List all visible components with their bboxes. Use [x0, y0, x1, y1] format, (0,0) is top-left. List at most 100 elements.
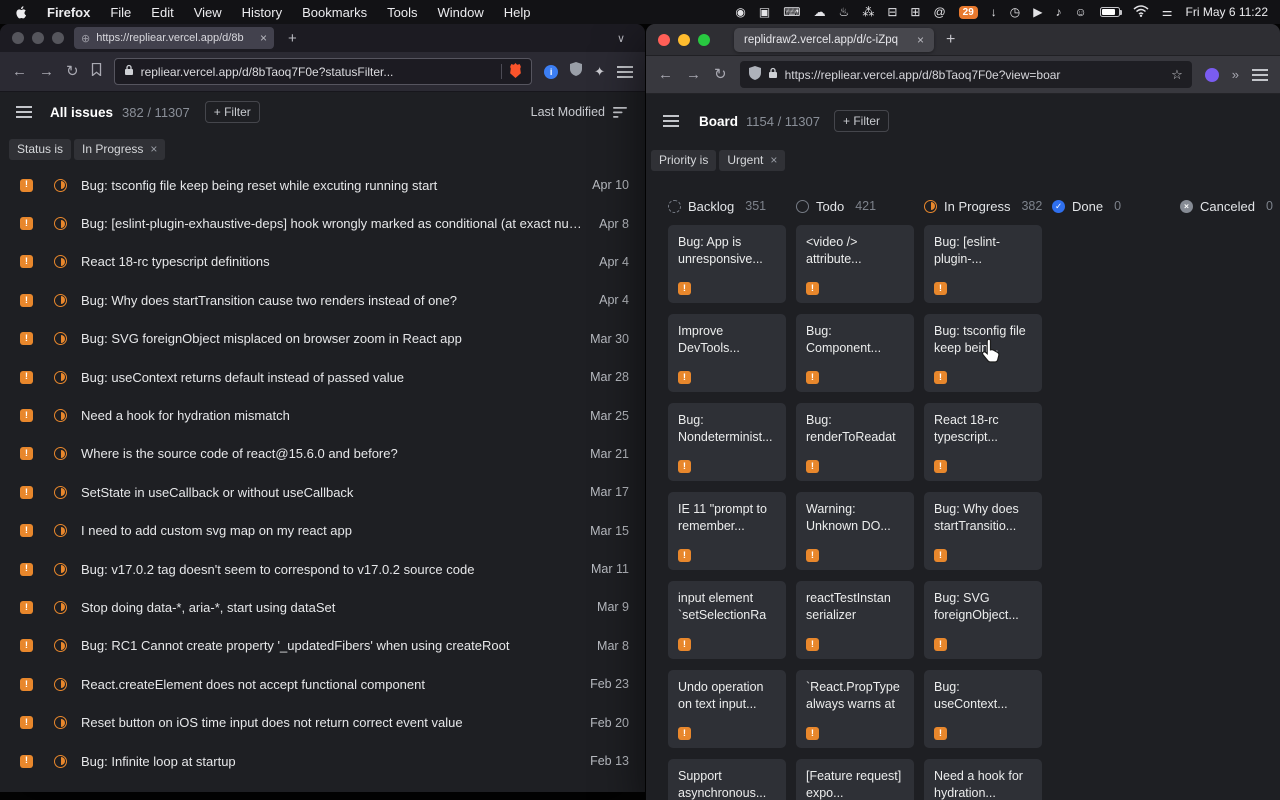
minimize-window-button[interactable] [32, 32, 44, 44]
hotspot-icon[interactable]: ♨ [839, 5, 850, 19]
priority-urgent-icon[interactable]: ! [20, 639, 33, 652]
record-icon[interactable]: ◉ [735, 5, 745, 19]
priority-urgent-icon[interactable]: ! [20, 371, 33, 384]
issue-row[interactable]: !Bug: [eslint-plugin-exhaustive-deps] ho… [0, 204, 645, 242]
kanban-card[interactable]: React 18-rc typescript...! [924, 403, 1042, 481]
priority-urgent-icon[interactable]: ! [806, 638, 819, 651]
display-icon[interactable]: ⊟ [887, 5, 897, 19]
issue-row[interactable]: !React.createElement does not accept fun… [0, 665, 645, 703]
kanban-card[interactable]: IE 11 "prompt to remember...! [668, 492, 786, 570]
priority-urgent-icon[interactable]: ! [20, 486, 33, 499]
left-url-bar[interactable]: repliear.vercel.app/d/8bTaoq7F0e?statusF… [114, 58, 533, 85]
kanban-card[interactable]: Bug: renderToReadat! [796, 403, 914, 481]
cloud-icon[interactable]: ☁ [814, 5, 826, 19]
clock-icon[interactable]: ◷ [1010, 5, 1020, 19]
issue-row[interactable]: !Bug: Infinite loop at startupFeb 13 [0, 742, 645, 780]
priority-urgent-icon[interactable]: ! [20, 601, 33, 614]
priority-urgent-icon[interactable]: ! [934, 460, 947, 473]
control-center-icon[interactable]: ⚌ [1162, 5, 1173, 19]
kanban-card[interactable]: [Feature request] expo...! [796, 759, 914, 800]
priority-urgent-icon[interactable]: ! [20, 332, 33, 345]
kanban-card[interactable]: Bug: tsconfig file keep bein...! [924, 314, 1042, 392]
issue-row[interactable]: ![DevTools Bug] Unsupported Bridge opera… [0, 780, 645, 792]
volume-icon[interactable]: ♪ [1055, 5, 1061, 19]
menubar-menu-edit[interactable]: Edit [141, 5, 183, 20]
kanban-card[interactable]: `React.PropType always warns at! [796, 670, 914, 748]
asterisk-icon[interactable]: ⁂ [862, 5, 874, 19]
status-in-progress-icon[interactable] [54, 563, 67, 576]
new-tab-button[interactable]: + [946, 31, 955, 49]
keyboard-icon[interactable]: ⌨ [783, 5, 800, 19]
extension-badge-icon[interactable] [1205, 68, 1219, 82]
filter-field-chip[interactable]: Status is [9, 139, 71, 160]
issue-row[interactable]: !Bug: v17.0.2 tag doesn't seem to corres… [0, 550, 645, 588]
issue-row[interactable]: !Bug: useContext returns default instead… [0, 358, 645, 396]
priority-urgent-icon[interactable]: ! [678, 460, 691, 473]
add-filter-button[interactable]: + Filter [205, 101, 260, 123]
priority-urgent-icon[interactable]: ! [934, 727, 947, 740]
priority-urgent-icon[interactable]: ! [934, 638, 947, 651]
priority-urgent-icon[interactable]: ! [934, 282, 947, 295]
menubar-menu-tools[interactable]: Tools [377, 5, 427, 20]
forward-icon[interactable]: → [39, 64, 54, 79]
window-grid-icon[interactable]: ⊞ [910, 5, 920, 19]
priority-urgent-icon[interactable]: ! [20, 716, 33, 729]
status-in-progress-icon[interactable] [54, 486, 67, 499]
priority-urgent-icon[interactable]: ! [20, 255, 33, 268]
brave-shields-icon[interactable] [509, 63, 522, 81]
priority-urgent-icon[interactable]: ! [934, 371, 947, 384]
tab-close-icon[interactable]: × [917, 33, 924, 47]
issue-row[interactable]: !React 18-rc typescript definitionsApr 4 [0, 243, 645, 281]
apple-menu-icon[interactable] [0, 5, 37, 20]
kanban-card[interactable]: Need a hook for hydration...! [924, 759, 1042, 800]
zoom-window-button[interactable] [698, 34, 710, 46]
status-in-progress-icon[interactable] [54, 678, 67, 691]
priority-urgent-icon[interactable]: ! [20, 447, 33, 460]
priority-urgent-icon[interactable]: ! [20, 678, 33, 691]
priority-urgent-icon[interactable]: ! [678, 727, 691, 740]
mention-icon[interactable]: @ [933, 5, 945, 19]
status-in-progress-icon[interactable] [54, 371, 67, 384]
kanban-card[interactable]: Bug: [eslint-plugin-...! [924, 225, 1042, 303]
priority-urgent-icon[interactable]: ! [20, 755, 33, 768]
status-in-progress-icon[interactable] [54, 294, 67, 307]
issue-row[interactable]: !Reset button on iOS time input does not… [0, 703, 645, 741]
sidebar-menu-icon[interactable] [663, 115, 679, 127]
browser-menu-icon[interactable] [617, 66, 633, 78]
priority-urgent-icon[interactable]: ! [678, 282, 691, 295]
new-tab-button[interactable]: + [284, 30, 301, 47]
menubar-menu-help[interactable]: Help [494, 5, 541, 20]
issue-row[interactable]: !SetState in useCallback or without useC… [0, 473, 645, 511]
menubar-menu-history[interactable]: History [232, 5, 292, 20]
status-in-progress-icon[interactable] [54, 217, 67, 230]
status-in-progress-icon[interactable] [54, 524, 67, 537]
profile-badge-icon[interactable]: i [544, 65, 558, 79]
close-window-button[interactable] [12, 32, 24, 44]
right-url-bar[interactable]: https://repliear.vercel.app/d/8bTaoq7F0e… [740, 61, 1192, 88]
status-in-progress-icon[interactable] [54, 601, 67, 614]
kanban-card[interactable]: Warning: Unknown DO...! [796, 492, 914, 570]
kanban-card[interactable]: reactTestInstan serializer! [796, 581, 914, 659]
priority-urgent-icon[interactable]: ! [20, 217, 33, 230]
issue-row[interactable]: !Bug: RC1 Cannot create property '_updat… [0, 627, 645, 665]
issue-row[interactable]: !I need to add custom svg map on my reac… [0, 512, 645, 550]
bookmark-star-icon[interactable]: ☆ [1171, 67, 1183, 83]
download-icon[interactable]: ↓ [991, 5, 997, 19]
screen-share-icon[interactable]: ▣ [759, 5, 770, 19]
user-icon[interactable]: ☺ [1074, 5, 1086, 19]
filter-value-chip[interactable]: Urgent × [719, 150, 785, 171]
menubar-menu-bookmarks[interactable]: Bookmarks [292, 5, 377, 20]
overflow-chevrons-icon[interactable]: » [1232, 68, 1239, 81]
priority-urgent-icon[interactable]: ! [806, 549, 819, 562]
priority-urgent-icon[interactable]: ! [20, 524, 33, 537]
kanban-card[interactable]: Bug: SVG foreignObject...! [924, 581, 1042, 659]
issue-row[interactable]: !Where is the source code of react@15.6.… [0, 435, 645, 473]
browser-tab[interactable]: replidraw2.vercel.app/d/c-iZpq × [734, 28, 934, 52]
battery-icon[interactable] [1100, 7, 1120, 17]
menubar-app-name[interactable]: Firefox [37, 5, 100, 20]
priority-urgent-icon[interactable]: ! [806, 371, 819, 384]
bookmark-sidebar-icon[interactable] [91, 63, 102, 81]
issue-row[interactable]: !Stop doing data-*, aria-*, start using … [0, 588, 645, 626]
kanban-card[interactable]: <video /> attribute...! [796, 225, 914, 303]
forward-icon[interactable]: → [686, 67, 701, 82]
